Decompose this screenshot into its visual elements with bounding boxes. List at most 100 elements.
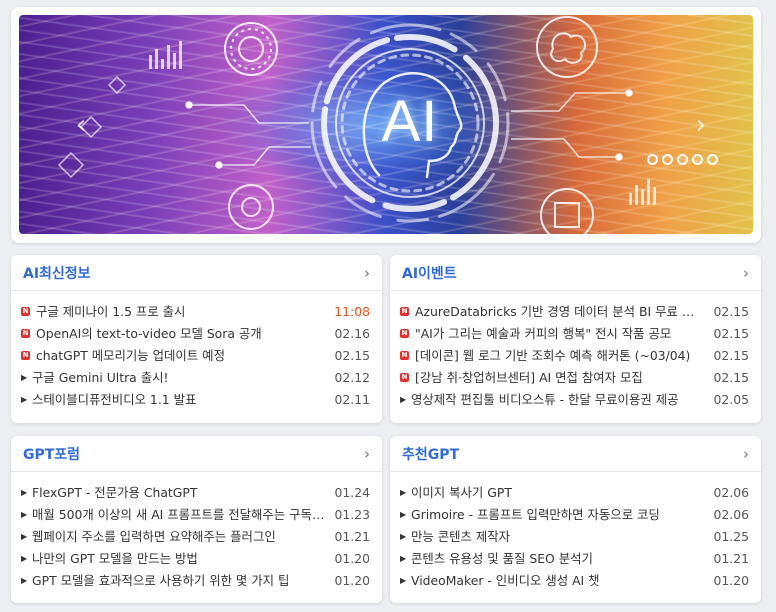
list-item[interactable]: N [데이콘] 웹 로그 기반 조회수 예측 해커톤 (~03/04) 02.15 (390, 344, 761, 366)
more-chevron-icon[interactable]: › (743, 445, 749, 463)
list-item-title[interactable]: AzureDatabricks 기반 경영 데이터 분석 BI 무료 교육 진행 (415, 302, 706, 320)
list-item-title[interactable]: [데이콘] 웹 로그 기반 조회수 예측 해커톤 (~03/04) (415, 346, 706, 364)
list-item[interactable]: ▶ 매월 500개 이상의 새 AI 프롬프트를 전달해주는 구독 서비스 01.2… (11, 503, 382, 525)
list-item-date: 02.15 (334, 347, 370, 363)
triangle-bullet-icon: ▶ (400, 531, 407, 541)
triangle-bullet-icon: ▶ (21, 553, 28, 563)
list-item[interactable]: ▶ FlexGPT - 전문가용 ChatGPT 01.24 (11, 481, 382, 503)
triangle-bullet-icon: ▶ (400, 394, 407, 404)
new-badge-icon: N (21, 306, 30, 316)
list-item-title[interactable]: 웹페이지 주소를 입력하면 요약해주는 플러그인 (32, 527, 327, 545)
list-item-title[interactable]: 나만의 GPT 모델을 만드는 방법 (32, 549, 327, 567)
list-item-date: 01.24 (334, 484, 370, 500)
list-item-title[interactable]: 매월 500개 이상의 새 AI 프롬프트를 전달해주는 구독 서비스 (32, 505, 327, 523)
list-item[interactable]: NchatGPT 메모리기능 업데이트 예정 02.15 (11, 344, 382, 366)
new-badge-icon: N (400, 306, 409, 316)
list-item-date: 02.11 (334, 391, 370, 407)
more-chevron-icon[interactable]: › (364, 264, 370, 282)
panel-title[interactable]: 추천GPT (402, 444, 459, 464)
post-list: ▶ FlexGPT - 전문가용 ChatGPT 01.24 ▶ 매월 500개 이상의… (11, 472, 382, 591)
list-item-title[interactable]: GPT 모델을 효과적으로 사용하기 위한 몇 가지 팁 (32, 571, 327, 589)
list-item-title[interactable]: 이미지 복사기 GPT (411, 483, 706, 501)
list-item[interactable]: ▶ GPT 모델을 효과적으로 사용하기 위한 몇 가지 팁 01.20 (11, 569, 382, 591)
list-item[interactable]: ▶ 콘텐츠 유용성 및 품질 SEO 분석기 01.21 (390, 547, 761, 569)
slide-dot-1[interactable] (647, 154, 658, 165)
panel-title[interactable]: AI이벤트 (402, 263, 457, 283)
post-list: N 구글 제미나이 1.5 프로 출시 11:08 N OpenAI의 text-to-… (11, 291, 382, 410)
list-item-date: 01.20 (334, 572, 370, 588)
triangle-bullet-icon: ▶ (21, 487, 28, 497)
list-item[interactable]: ▶ 나만의 GPT 모델을 만드는 방법 01.20 (11, 547, 382, 569)
list-item[interactable]: ▶ Grimoire - 프롬프트 입력만하면 자동으로 코딩 02.06 (390, 503, 761, 525)
panel-header: 추천GPT › (390, 436, 761, 472)
list-item-title[interactable]: VideoMaker - 인비디오 생성 AI 챗 (411, 571, 706, 589)
list-item-date: 02.15 (713, 325, 749, 341)
list-item[interactable]: ▶ 이미지 복사기 GPT 02.06 (390, 481, 761, 503)
panel-header: AI최신정보 › (11, 255, 382, 291)
slide-dot-4[interactable] (692, 154, 703, 165)
panel-ai-events: AI이벤트 › N AzureDatabricks 기반 경영 데이터 분석 BI… (390, 255, 761, 423)
banner-image[interactable]: AI ‹ › (19, 15, 753, 234)
list-item-date: 11:08 (334, 303, 370, 319)
list-item-date: 01.21 (334, 528, 370, 544)
slide-dot-2[interactable] (662, 154, 673, 165)
list-item[interactable]: ▶ 만능 콘텐츠 제작자 01.25 (390, 525, 761, 547)
triangle-bullet-icon: ▶ (400, 509, 407, 519)
new-badge-icon: N (21, 350, 30, 360)
panel-header: GPT포럼 › (11, 436, 382, 472)
slide-dot-3[interactable] (677, 154, 688, 165)
panel-header: AI이벤트 › (390, 255, 761, 291)
post-list: ▶ 이미지 복사기 GPT 02.06 ▶ Grimoire - 프롬프트 입력만하면 … (390, 472, 761, 591)
list-item[interactable]: ▶ VideoMaker - 인비디오 생성 AI 챗 01.20 (390, 569, 761, 591)
list-item[interactable]: N 구글 제미나이 1.5 프로 출시 11:08 (11, 300, 382, 322)
list-item-title[interactable]: Grimoire - 프롬프트 입력만하면 자동으로 코딩 (411, 505, 706, 523)
list-item-date: 02.15 (713, 369, 749, 385)
list-item[interactable]: ▶ 스테이블디퓨전비디오 1.1 발표 02.11 (11, 388, 382, 410)
slide-dot-5[interactable] (707, 154, 718, 165)
list-item-title[interactable]: 콘텐츠 유용성 및 품질 SEO 분석기 (411, 549, 706, 567)
panel-gpt-forum: GPT포럼 › ▶ FlexGPT - 전문가용 ChatGPT 01.24 ▶ 매월 … (11, 436, 382, 603)
list-item-date: 01.20 (334, 550, 370, 566)
list-item-date: 01.20 (713, 572, 749, 588)
list-item-date: 02.06 (713, 484, 749, 500)
list-item-date: 01.21 (713, 550, 749, 566)
new-badge-icon: N (21, 328, 30, 338)
panel-recommended-gpt: 추천GPT › ▶ 이미지 복사기 GPT 02.06 ▶ Grimoire - 프롬프… (390, 436, 761, 603)
list-item[interactable]: N "AI가 그리는 예술과 커피의 행복" 전시 작품 공모 02.15 (390, 322, 761, 344)
chevron-left-icon[interactable]: ‹ (69, 111, 93, 139)
triangle-bullet-icon: ▶ (400, 553, 407, 563)
banner-card: AI ‹ › (11, 7, 761, 243)
list-item[interactable]: ▶ 구글 Gemini Ultra 출시! 02.12 (11, 366, 382, 388)
triangle-bullet-icon: ▶ (400, 575, 407, 585)
list-item-title[interactable]: chatGPT 메모리기능 업데이트 예정 (36, 346, 327, 364)
more-chevron-icon[interactable]: › (743, 264, 749, 282)
list-item[interactable]: N OpenAI의 text-to-video 모델 Sora 공개 02.16 (11, 322, 382, 344)
list-item[interactable]: ▶ 영상제작 편집툴 비디오스튜 - 한달 무료이용권 제공 02.05 (390, 388, 761, 410)
panel-ai-news: AI최신정보 › N 구글 제미나이 1.5 프로 출시 11:08 N OpenAI의… (11, 255, 382, 423)
list-item-date: 02.15 (713, 303, 749, 319)
list-item-date: 02.05 (713, 391, 749, 407)
post-list: N AzureDatabricks 기반 경영 데이터 분석 BI 무료 교육 진… (390, 291, 761, 410)
list-item-title[interactable]: 스테이블디퓨전비디오 1.1 발표 (32, 390, 327, 408)
list-item-date: 02.06 (713, 506, 749, 522)
new-badge-icon: N (400, 350, 409, 360)
list-item-title[interactable]: [강남 취·창업허브센터] AI 면접 참여자 모집 (415, 368, 706, 386)
triangle-bullet-icon: ▶ (21, 372, 28, 382)
chevron-right-icon[interactable]: › (689, 111, 713, 139)
list-item-title[interactable]: OpenAI의 text-to-video 모델 Sora 공개 (36, 324, 327, 342)
panel-title[interactable]: GPT포럼 (23, 444, 80, 464)
list-item-title[interactable]: 구글 제미나이 1.5 프로 출시 (36, 302, 326, 320)
panel-title[interactable]: AI최신정보 (23, 263, 91, 283)
list-item-title[interactable]: 만능 콘텐츠 제작자 (411, 527, 706, 545)
list-item[interactable]: N AzureDatabricks 기반 경영 데이터 분석 BI 무료 교육 진… (390, 300, 761, 322)
list-item-title[interactable]: 영상제작 편집툴 비디오스튜 - 한달 무료이용권 제공 (411, 390, 706, 408)
list-item-title[interactable]: FlexGPT - 전문가용 ChatGPT (32, 483, 327, 501)
list-item-date: 01.23 (334, 506, 370, 522)
list-item-title[interactable]: 구글 Gemini Ultra 출시! (32, 368, 327, 386)
list-item[interactable]: ▶ 웹페이지 주소를 입력하면 요약해주는 플러그인 01.21 (11, 525, 382, 547)
list-item-title[interactable]: "AI가 그리는 예술과 커피의 행복" 전시 작품 공모 (415, 324, 706, 342)
more-chevron-icon[interactable]: › (364, 445, 370, 463)
list-item[interactable]: N [강남 취·창업허브센터] AI 면접 참여자 모집 02.15 (390, 366, 761, 388)
list-item-date: 02.15 (713, 347, 749, 363)
triangle-bullet-icon: ▶ (21, 575, 28, 585)
